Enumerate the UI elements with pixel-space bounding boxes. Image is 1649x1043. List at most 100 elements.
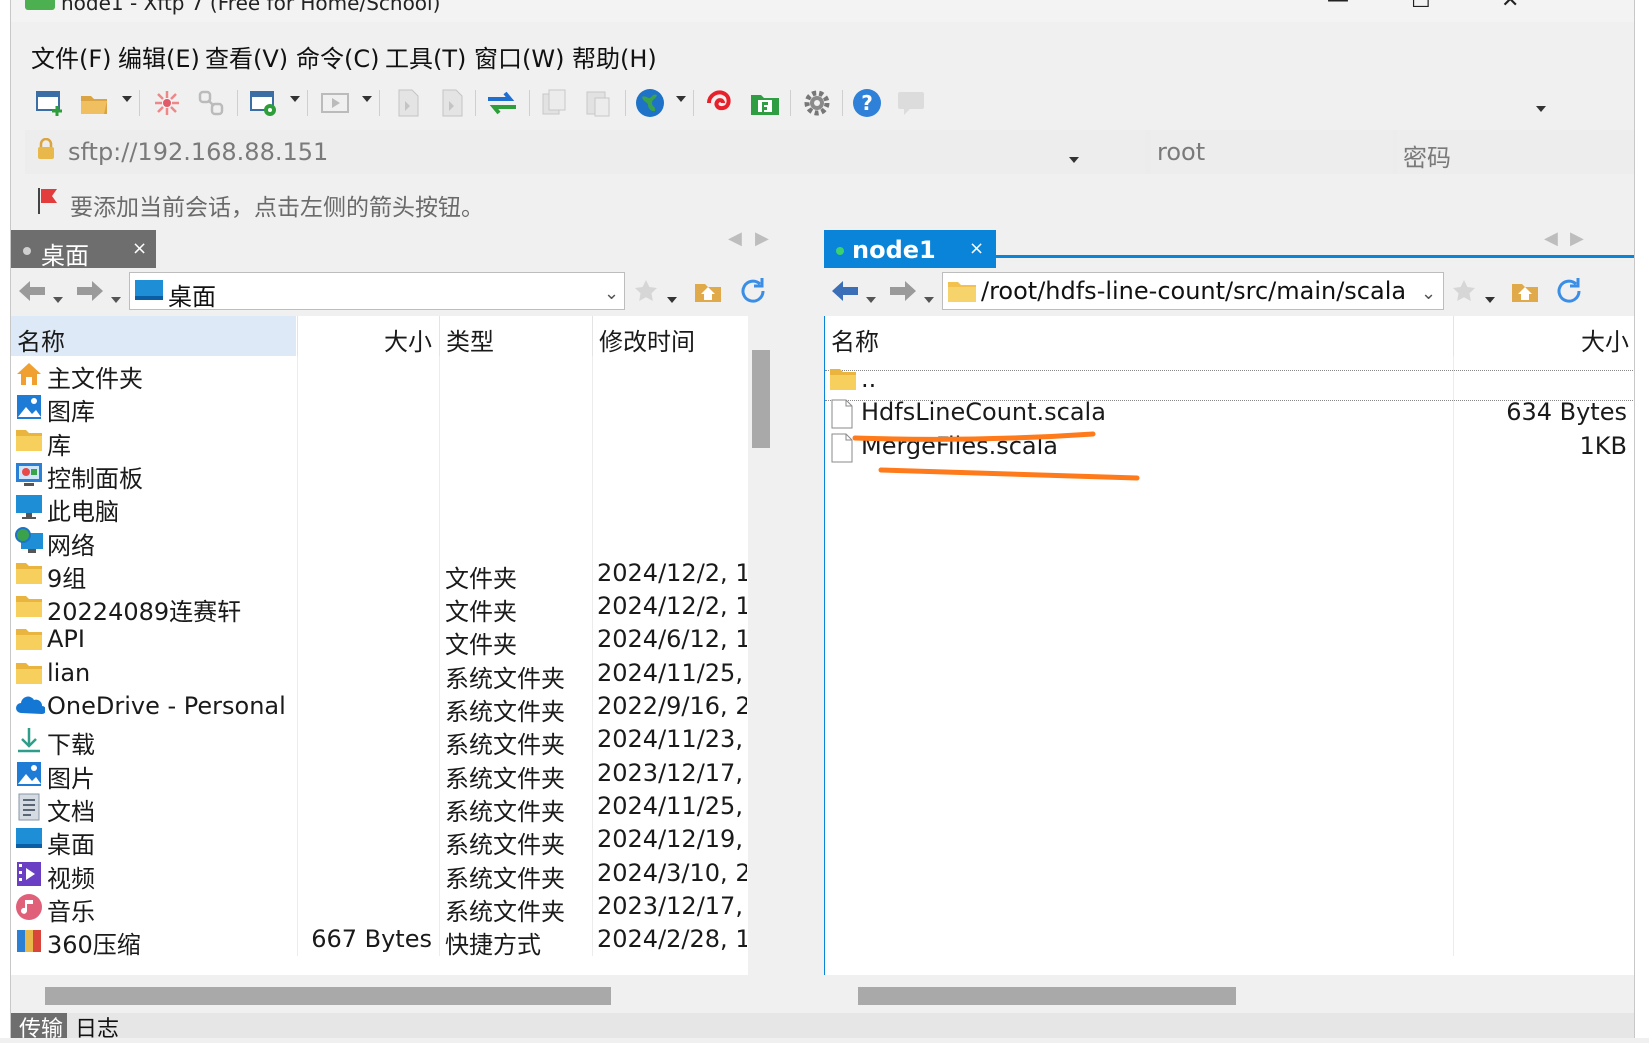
open-dropdown-icon[interactable] xyxy=(122,96,132,102)
forward-arrow-icon[interactable] xyxy=(75,278,105,308)
table-row[interactable]: 图片系统文件夹2023/12/17, 1 xyxy=(11,756,775,793)
bottom-tab-bar: 传输 日志 xyxy=(11,1013,1634,1042)
remote-horizontal-scroll-thumb[interactable] xyxy=(858,987,1236,1005)
menu-window[interactable]: 窗口(W) xyxy=(474,39,564,74)
sync-icon[interactable] xyxy=(485,86,519,120)
add-session-arrow-icon[interactable] xyxy=(35,186,61,220)
play-dropdown-icon[interactable] xyxy=(362,96,372,102)
col-type-header[interactable]: 类型 xyxy=(439,316,591,356)
paste-icon[interactable] xyxy=(581,86,615,120)
table-row[interactable]: 图库 xyxy=(11,389,775,426)
table-row[interactable]: lian系统文件夹2024/11/25, 2 xyxy=(11,656,775,693)
menu-view[interactable]: 查看(V) xyxy=(205,39,288,74)
disconnect-icon[interactable] xyxy=(150,86,184,120)
tab-local-desktop[interactable]: 桌面 × xyxy=(11,230,156,270)
table-row[interactable]: 下载系统文件夹2024/11/23, 1 xyxy=(11,722,775,759)
host-field[interactable]: sftp://192.168.88.151 xyxy=(25,130,1145,174)
title-bar: node1 - Xftp 7 (Free for Home/School) — … xyxy=(11,0,1634,22)
col-name-header[interactable]: 名称 ⌃ xyxy=(11,316,296,356)
copy-icon[interactable] xyxy=(537,86,571,120)
forward-dropdown-icon[interactable] xyxy=(111,288,121,307)
globe-icon[interactable] xyxy=(633,86,667,120)
table-row[interactable]: 控制面板 xyxy=(11,456,775,493)
local-horizontal-scroll-thumb[interactable] xyxy=(45,987,611,1005)
table-row[interactable]: 主文件夹 xyxy=(11,356,775,393)
local-vertical-scrollbar[interactable] xyxy=(748,316,776,976)
table-row[interactable]: 视频系统文件夹2024/3/10, 22 xyxy=(11,856,775,893)
table-row[interactable]: 9组文件夹2024/12/2, 15 xyxy=(11,556,775,593)
local-vertical-scroll-thumb[interactable] xyxy=(752,350,770,448)
reconnect-icon[interactable] xyxy=(194,86,228,120)
close-window-button[interactable]: ✕ xyxy=(1501,0,1519,13)
table-row[interactable]: 此电脑 xyxy=(11,489,775,526)
home-folder-icon[interactable] xyxy=(693,276,723,308)
table-row[interactable]: 桌面系统文件夹2024/12/19, 1 xyxy=(11,822,775,859)
tab-label: 桌面 xyxy=(41,242,89,270)
menu-edit[interactable]: 编辑(E) xyxy=(118,39,200,74)
table-row[interactable]: 360压缩 667 Bytes 快捷方式 2024/2/28, 19 xyxy=(11,922,775,959)
tab-scroll-left-icon[interactable]: ◀ xyxy=(1544,228,1558,249)
table-row[interactable]: 音乐系统文件夹2023/12/17, 1 xyxy=(11,889,775,926)
password-field[interactable]: 密码 xyxy=(1397,130,1634,174)
table-row[interactable]: 文档系统文件夹2024/11/25, 9 xyxy=(11,789,775,826)
open-folder-icon[interactable] xyxy=(77,86,111,120)
tab-scroll-right-icon[interactable]: ▶ xyxy=(755,228,769,249)
tab-log[interactable]: 日志 xyxy=(67,1013,127,1042)
forward-arrow-icon[interactable] xyxy=(888,278,918,308)
settings-dropdown-icon[interactable] xyxy=(290,96,300,102)
bookmark-dropdown-icon[interactable] xyxy=(667,288,677,307)
remote-path-box[interactable]: /root/hdfs-line-count/src/main/scala ⌄ xyxy=(942,272,1444,310)
maximize-button[interactable]: ☐ xyxy=(1411,0,1431,13)
menu-file[interactable]: 文件(F) xyxy=(31,39,112,74)
bookmark-star-icon[interactable] xyxy=(633,278,659,308)
back-arrow-icon[interactable] xyxy=(830,278,860,308)
back-dropdown-icon[interactable] xyxy=(53,288,63,307)
table-row[interactable]: 网络 xyxy=(11,523,775,560)
local-path-box[interactable]: 桌面 ⌄ xyxy=(129,272,625,311)
documents-icon xyxy=(15,793,43,821)
menu-help[interactable]: 帮助(H) xyxy=(572,39,657,74)
tab-scroll-left-icon[interactable]: ◀ xyxy=(728,228,742,249)
forward-dropdown-icon[interactable] xyxy=(924,288,934,307)
back-arrow-icon[interactable] xyxy=(17,278,47,308)
tab-close-button[interactable]: × xyxy=(132,238,147,259)
transfer-settings-icon[interactable] xyxy=(247,86,281,120)
refresh-icon[interactable] xyxy=(738,276,768,310)
tab-remote-node1[interactable]: node1 × xyxy=(824,230,985,268)
table-row[interactable]: 库 xyxy=(11,423,775,460)
bookmark-star-icon[interactable] xyxy=(1451,278,1477,308)
help-icon[interactable]: ? xyxy=(850,86,884,120)
table-row[interactable]: OneDrive - Personal系统文件夹2022/9/16, 22 xyxy=(11,689,775,726)
play-icon[interactable] xyxy=(318,86,352,120)
tab-close-x[interactable]: × xyxy=(969,238,984,259)
new-session-icon[interactable] xyxy=(33,86,67,120)
download-icon[interactable] xyxy=(435,86,469,120)
bookmark-dropdown-icon[interactable] xyxy=(1485,288,1495,307)
xftp-icon[interactable] xyxy=(748,86,782,120)
upload-icon[interactable] xyxy=(391,86,425,120)
table-row[interactable]: API文件夹2024/6/12, 10 xyxy=(11,622,775,659)
tab-transfer[interactable]: 传输 xyxy=(11,1013,67,1042)
gear-icon[interactable] xyxy=(800,86,834,120)
path-dropdown-icon[interactable]: ⌄ xyxy=(1421,283,1436,304)
home-folder-icon[interactable] xyxy=(1510,276,1540,308)
refresh-icon[interactable] xyxy=(1554,276,1584,310)
back-dropdown-icon[interactable] xyxy=(866,288,876,307)
host-dropdown-icon[interactable] xyxy=(1069,148,1079,167)
address-bar: sftp://192.168.88.151 root 密码 xyxy=(25,130,1634,174)
menu-command[interactable]: 命令(C) xyxy=(296,39,379,74)
remote-horizontal-scrollbar[interactable] xyxy=(824,975,1634,1011)
xshell-icon[interactable] xyxy=(704,86,738,120)
path-dropdown-icon[interactable]: ⌄ xyxy=(604,283,619,304)
toolbar-overflow-icon[interactable] xyxy=(1536,106,1546,112)
table-row[interactable]: 20224089连赛轩文件夹2024/12/2, 12 xyxy=(11,589,775,626)
local-horizontal-scrollbar[interactable] xyxy=(11,975,817,1011)
tab-scroll-right-icon[interactable]: ▶ xyxy=(1570,228,1584,249)
col-name-label: 名称 xyxy=(17,328,65,356)
globe-dropdown-icon[interactable] xyxy=(676,96,686,102)
minimize-button[interactable]: — xyxy=(1327,0,1349,13)
col-size-header[interactable]: 大小 xyxy=(297,316,438,356)
message-icon[interactable] xyxy=(894,86,928,120)
menu-tools[interactable]: 工具(T) xyxy=(385,39,466,74)
username-field[interactable]: root xyxy=(1151,130,1393,174)
